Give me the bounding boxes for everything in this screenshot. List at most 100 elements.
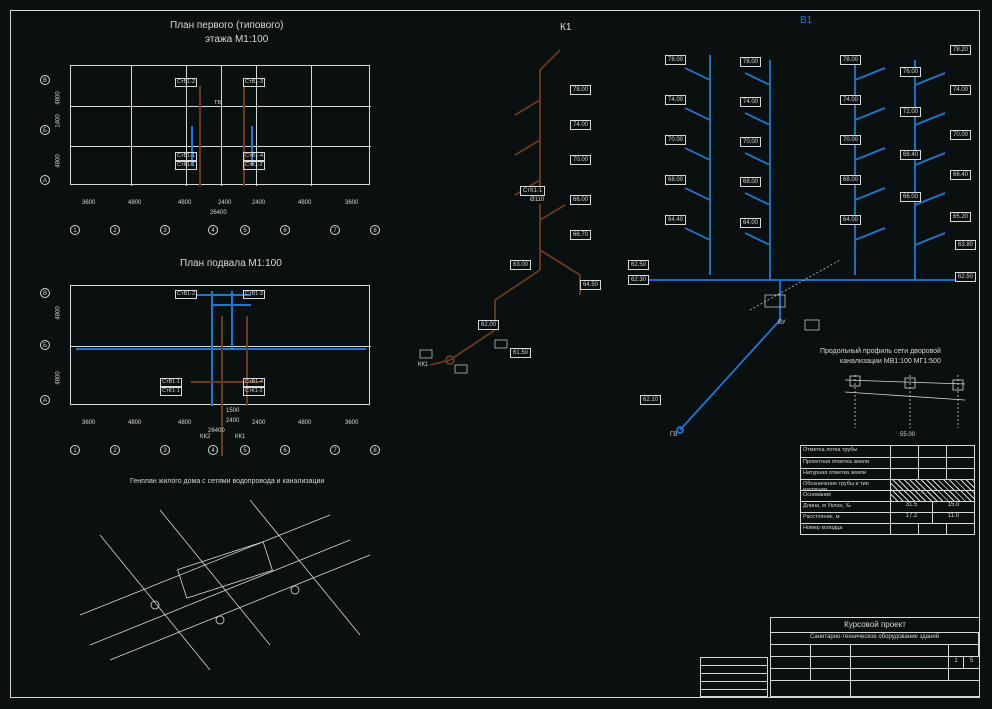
b1-r-68: 68.00 bbox=[840, 175, 861, 185]
p2-dim-4800-1: 4800 bbox=[128, 420, 141, 426]
k1-riser: СтК1-1 bbox=[520, 186, 545, 196]
b1-el-6440: 64.40 bbox=[665, 215, 686, 225]
b1-vu: ВУ bbox=[778, 320, 786, 326]
plan1-outline bbox=[70, 65, 370, 185]
b1-el-6640: 66.40 bbox=[950, 170, 971, 180]
dim-4800-2: 4800 bbox=[178, 200, 191, 206]
profile-graphic bbox=[840, 370, 970, 430]
b1-mid-64: 64.00 bbox=[740, 218, 761, 228]
k1-elev-66: 66.00 bbox=[570, 195, 591, 205]
axis-2: 2 bbox=[110, 225, 120, 235]
b1-el-72: 72.00 bbox=[900, 107, 921, 117]
b1-mid-78: 78.00 bbox=[740, 57, 761, 67]
k1-pipe: Ø110 bbox=[528, 196, 546, 204]
tb-project: Курсовой проект bbox=[771, 618, 979, 632]
dim-2400-b: 2400 bbox=[252, 200, 265, 206]
titleblock: Курсовой проект Санитарно-техническое об… bbox=[770, 617, 980, 697]
pt-slope-1: 15.0 bbox=[933, 502, 974, 512]
axis-1: 1 bbox=[70, 225, 80, 235]
b1-gv: ГВ bbox=[670, 432, 677, 438]
pt-slope-0: 31.5 bbox=[891, 502, 933, 512]
k1-kk1: КК1 bbox=[418, 362, 428, 368]
b1-el-76: 76.00 bbox=[900, 67, 921, 77]
riser-stv1-1: СтВ1-1 bbox=[175, 152, 197, 161]
riser-tv: ТВ bbox=[213, 100, 222, 107]
riser-stv1-4: СтВ1-4 bbox=[243, 152, 265, 161]
p2-riser-stk1-1: СтК1-1 bbox=[160, 387, 182, 396]
axis-8: 8 bbox=[370, 225, 380, 235]
axis-7: 7 bbox=[330, 225, 340, 235]
small-stamp bbox=[700, 657, 768, 697]
dim-4800-3: 4800 bbox=[298, 200, 311, 206]
p2-axis-5: 5 bbox=[240, 445, 250, 455]
b1-r-70: 70.00 bbox=[840, 135, 861, 145]
genplan-sketch bbox=[70, 495, 390, 675]
p2-axis-B: Б bbox=[40, 340, 50, 350]
b1-mid-68: 68.00 bbox=[740, 177, 761, 187]
p2-dim-4800-3: 4800 bbox=[298, 420, 311, 426]
dim-v4800-2: 4800 bbox=[56, 154, 62, 167]
k1-elev-62: 62.00 bbox=[478, 320, 499, 330]
pt-row-3: Обозначение трубы и тип изоляции bbox=[801, 480, 891, 490]
b1-el-7820: 78.20 bbox=[950, 45, 971, 55]
b1-r-78: 78.00 bbox=[840, 55, 861, 65]
b1-el-6250r: 62.50 bbox=[955, 272, 976, 282]
p2-axis-2: 2 bbox=[110, 445, 120, 455]
p2-axis-4: 4 bbox=[208, 445, 218, 455]
pt-row-7: Номер колодца bbox=[801, 524, 891, 534]
axis-V: В bbox=[40, 75, 50, 85]
b1-el-6230: 62.30 bbox=[628, 275, 649, 285]
b1-el-70: 70.00 bbox=[950, 130, 971, 140]
pt-row-6: Расстояние, м bbox=[801, 513, 891, 523]
b1-mid-70: 70.00 bbox=[740, 137, 761, 147]
dim-2400: 2400 bbox=[218, 200, 231, 206]
p2-dim-3600-2: 3600 bbox=[345, 420, 358, 426]
riser-stk1-2: СтК1-2 bbox=[243, 161, 265, 170]
b1-el-68l: 68.00 bbox=[665, 175, 686, 185]
p2-dim-total: 26400 bbox=[208, 428, 225, 434]
plan1-title-line1: План первого (типового) bbox=[170, 20, 284, 31]
k1-title: К1 bbox=[560, 22, 571, 33]
pt-row-0: Отметка лотка трубы bbox=[801, 446, 891, 457]
p2-riser-stv1-1: СтВ1-1 bbox=[160, 378, 182, 387]
dim-3600-1: 3600 bbox=[82, 200, 95, 206]
b1-el-6520: 65.20 bbox=[950, 212, 971, 222]
b1-el-74: 74.00 bbox=[950, 85, 971, 95]
pt-row-4: Основание bbox=[801, 491, 891, 501]
axis-3: 3 bbox=[160, 225, 170, 235]
profile-length: 55.00 bbox=[900, 432, 915, 438]
tb-sheets: 5 bbox=[964, 657, 979, 668]
p2-axis-A: А bbox=[40, 395, 50, 405]
p2-dim-4800-2: 4800 bbox=[178, 420, 191, 426]
b1-mid-74: 74.00 bbox=[740, 97, 761, 107]
p2-dim-3600-1: 3600 bbox=[82, 420, 95, 426]
riser-stv1-2: СтВ1-2 bbox=[175, 78, 197, 87]
plan1-title-line2: этажа М1:100 bbox=[205, 34, 268, 45]
p2-axis-V: В bbox=[40, 288, 50, 298]
b1-r-64: 64.00 bbox=[840, 215, 861, 225]
k1-elev-70: 70.00 bbox=[570, 155, 591, 165]
riser-stk1-1: СтК1-1 bbox=[175, 161, 197, 170]
genplan-title: Генплан жилого дома с сетями водопровода… bbox=[130, 478, 324, 485]
b1-el-66: 66.00 bbox=[900, 192, 921, 202]
b1-r-74: 74.00 bbox=[840, 95, 861, 105]
axis-4: 4 bbox=[208, 225, 218, 235]
pt-row-5: Длина, м Уклон, ‰ bbox=[801, 502, 891, 512]
pipe-1500: 1500 bbox=[226, 408, 239, 414]
p2-dim-v4800-1: 4800 bbox=[56, 306, 62, 319]
p2-riser-stv1-2: СтВ1-2 bbox=[175, 290, 197, 299]
plan2-title: План подвала М1:100 bbox=[180, 258, 282, 269]
p2-axis-1: 1 bbox=[70, 445, 80, 455]
p2-axis-3: 3 bbox=[160, 445, 170, 455]
k1-elev-78: 78.00 bbox=[570, 85, 591, 95]
axis-5: 5 bbox=[240, 225, 250, 235]
p2-riser-stv1-3: СтВ1-3 bbox=[243, 290, 265, 299]
b1-el-78l: 78.00 bbox=[665, 55, 686, 65]
dim-total: 26400 bbox=[210, 210, 227, 216]
p2-dim-2400: 2400 bbox=[252, 420, 265, 426]
p2-dim-v4800-2: 4800 bbox=[56, 371, 62, 384]
k1-elev-66.7: 66.70 bbox=[570, 230, 591, 240]
dim-4800-1: 4800 bbox=[128, 200, 141, 206]
pipe-2400: 2400 bbox=[226, 418, 239, 424]
p2-axis-7: 7 bbox=[330, 445, 340, 455]
